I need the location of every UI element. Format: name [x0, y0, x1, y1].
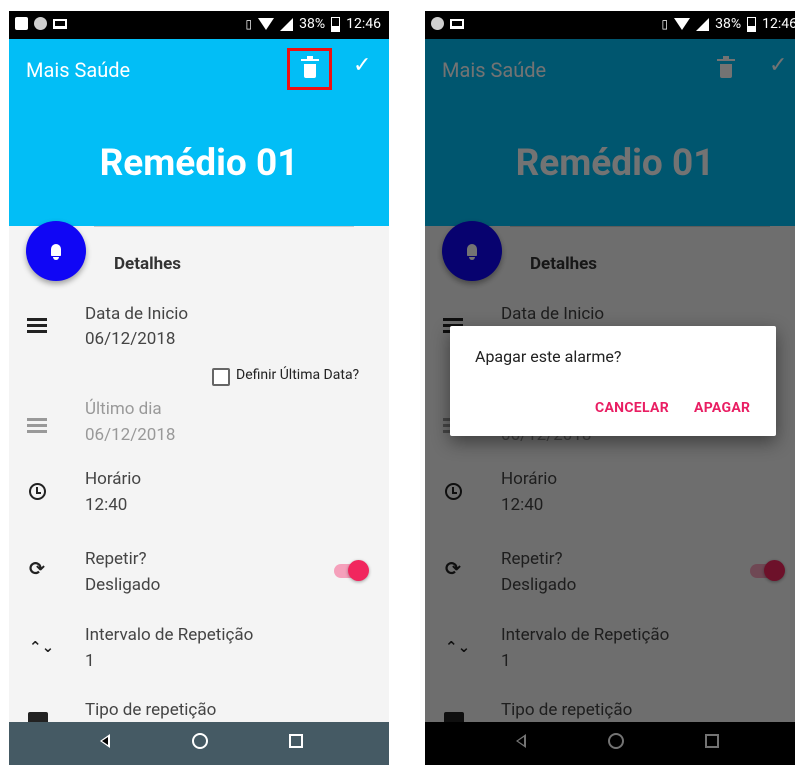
back-icon[interactable]: [100, 734, 110, 748]
time-value[interactable]: 12:40: [85, 495, 127, 515]
wifi-icon: [674, 18, 691, 30]
time-label: Horário: [85, 469, 142, 489]
dialog-message: Apagar este alarme?: [475, 347, 622, 366]
status-bar: ▯ 38% 12:46: [9, 11, 389, 39]
last-day-value: 06/12/2018: [85, 425, 176, 445]
clock-time: 12:46: [762, 16, 795, 32]
repeat-type-label: Tipo de repetição: [85, 700, 217, 720]
battery-icon: [331, 16, 341, 32]
repeat-icon: ⟳: [29, 557, 45, 580]
vibrate-icon: ▯: [661, 17, 669, 31]
bell-icon: [51, 244, 61, 260]
header-divider: [94, 226, 354, 227]
repeat-toggle-thumb: [348, 560, 369, 581]
status-bar: ▯ 38% 12:46: [425, 11, 795, 39]
cancel-button[interactable]: CANCELAR: [595, 400, 669, 416]
calendar-icon: [28, 712, 48, 722]
delete-button[interactable]: [287, 48, 332, 90]
medicine-title: Remédio 01: [99, 142, 299, 185]
repeat-toggle[interactable]: [334, 559, 369, 583]
signal-icon: [280, 17, 294, 31]
details-content: Detalhes Data de Inicio 06/12/2018 Defin…: [9, 221, 389, 722]
start-date-value[interactable]: 06/12/2018: [85, 329, 175, 349]
app-bar: Mais Saúde ✓: [9, 39, 389, 101]
clock-time: 12:46: [346, 16, 381, 32]
interval-label: Intervalo de Repetição: [85, 625, 254, 645]
alarm-fab-button[interactable]: [26, 221, 86, 281]
signal-icon: [696, 17, 710, 31]
battery-percentage: 38%: [299, 16, 326, 32]
phone-screen-right: ▯ 38% 12:46 Mais Saúde ✓ Remédio 01 Deta…: [425, 11, 795, 765]
phone-screen-left: ▯ 38% 12:46 Mais Saúde ✓ Remédio 01 Deta…: [9, 11, 389, 765]
section-title: Detalhes: [114, 254, 182, 274]
laptop-notification-icon: [53, 18, 67, 29]
repeat-label: Repetir?: [85, 549, 147, 569]
battery-percentage: 38%: [715, 16, 742, 32]
gallery-notification-icon: [15, 17, 28, 30]
laptop-notification-icon: [450, 18, 464, 29]
start-date-icon: [27, 318, 47, 333]
confirm-delete-button[interactable]: APAGAR: [694, 400, 750, 416]
delete-alarm-dialog: Apagar este alarme? CANCELAR APAGAR: [450, 326, 776, 436]
start-date-label: Data de Inicio: [85, 304, 189, 324]
interval-value[interactable]: 1: [85, 651, 95, 671]
repeat-value: Desligado: [85, 575, 161, 595]
vibrate-icon: ▯: [245, 17, 253, 31]
recent-apps-icon[interactable]: [289, 734, 303, 748]
app-title: Mais Saúde: [26, 58, 131, 82]
last-day-label: Último dia: [85, 399, 162, 419]
home-icon[interactable]: [192, 733, 208, 749]
notification-dot-icon: [34, 17, 47, 30]
trash-icon: [300, 56, 319, 78]
notification-dot-icon: [431, 17, 444, 30]
medicine-header: Remédio 01: [9, 101, 389, 226]
navigation-bar: [9, 722, 389, 765]
clock-icon: [29, 483, 46, 500]
save-check-icon[interactable]: ✓: [353, 53, 371, 78]
last-day-icon: [27, 418, 47, 433]
wifi-icon: [258, 18, 275, 30]
set-last-date-checkbox[interactable]: [212, 368, 230, 386]
expand-icon: ⌃⌄: [29, 638, 55, 656]
battery-icon: [747, 16, 757, 32]
set-last-date-label[interactable]: Definir Última Data?: [236, 367, 359, 383]
